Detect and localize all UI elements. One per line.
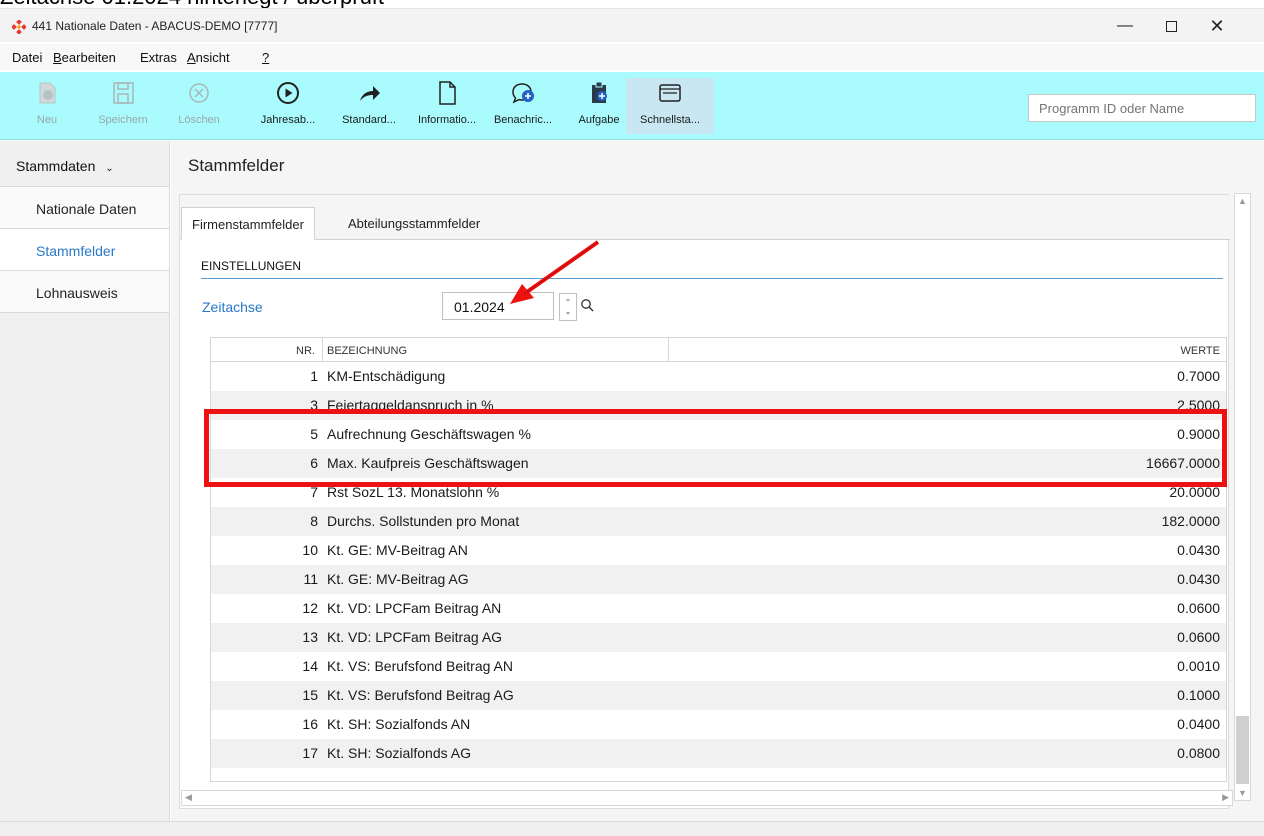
new-record-icon [39, 82, 56, 104]
menu-extras[interactable]: Extras [140, 50, 177, 65]
status-bar [0, 821, 1264, 836]
table-row[interactable]: 13 Kt. VD: LPCFam Beitrag AG 0.0600 [211, 623, 1226, 652]
window-icon [659, 84, 681, 102]
menu-bar: Datei Bearbeiten Extras Ansicht ? [0, 44, 1264, 70]
close-icon: ✕ [1209, 15, 1225, 36]
document-icon [439, 81, 456, 105]
abacus-logo-icon [12, 20, 26, 34]
table-row[interactable]: 1 KM-Entschädigung 0.7000 [211, 362, 1226, 391]
stammfelder-table: NR. BEZEICHNUNG WERTE 1 KM-Entschädigung 0… [210, 337, 1227, 782]
table-row[interactable]: 8 Durchs. Sollstunden pro Monat 182.0000 [211, 507, 1226, 536]
vertical-scrollbar[interactable]: ▲ ▼ [1234, 193, 1251, 801]
table-row[interactable]: 12 Kt. VD: LPCFam Beitrag AN 0.0600 [211, 594, 1226, 623]
close-button[interactable]: ✕ [1194, 9, 1240, 43]
information-button[interactable]: Informatio... [410, 78, 484, 134]
table-row[interactable]: 14 Kt. VS: Berufsfond Beitrag AN 0.0010 [211, 652, 1226, 681]
scroll-down-icon[interactable]: ▼ [1238, 788, 1247, 798]
aufgabe-button[interactable]: Aufgabe [572, 78, 626, 134]
sidebar-item-lohnausweis[interactable]: Lohnausweis [0, 271, 169, 313]
column-header-werte[interactable]: WERTE [1180, 345, 1220, 357]
sidebar-group-label: Stammdaten [16, 158, 96, 174]
delete-button[interactable]: Löschen [174, 78, 224, 134]
minimize-button[interactable]: — [1102, 9, 1148, 43]
new-button[interactable]: Neu [30, 78, 64, 134]
horizontal-scrollbar[interactable]: ◀ ▶ [181, 790, 1233, 806]
maximize-icon [1165, 20, 1177, 32]
table-row[interactable]: 7 Rst SozL 13. Monatslohn % 20.0000 [211, 478, 1226, 507]
section-heading: EINSTELLUNGEN [201, 259, 302, 273]
section-divider [201, 278, 1223, 279]
chevron-down-icon: ⌄ [564, 307, 572, 316]
tab-bar: Firmenstammfelder Abteilungsstammfelder [180, 195, 1230, 240]
program-search-input[interactable] [1028, 94, 1256, 122]
save-icon [113, 82, 134, 104]
sidebar-item-nationale-daten[interactable]: Nationale Daten [0, 187, 169, 229]
table-row[interactable]: 11 Kt. GE: MV-Beitrag AG 0.0430 [211, 565, 1226, 594]
table-row[interactable]: 10 Kt. GE: MV-Beitrag AN 0.0430 [211, 536, 1226, 565]
table-header: NR. BEZEICHNUNG WERTE [211, 338, 1226, 362]
table-row[interactable]: 16 Kt. SH: Sozialfonds AN 0.0400 [211, 710, 1226, 739]
column-header-bezeichnung[interactable]: BEZEICHNUNG [327, 345, 407, 357]
maximize-button[interactable] [1148, 9, 1194, 43]
menu-datei[interactable]: Datei [12, 50, 42, 65]
clipboard-icon [592, 81, 607, 103]
menu-ansicht[interactable]: Ansicht [187, 50, 230, 65]
chevron-down-icon: ⌄ [105, 163, 114, 174]
sidebar-group-stammdaten[interactable]: Stammdaten ⌄ [0, 141, 169, 187]
window-titlebar: 441 Nationale Daten - ABACUS-DEMO [7777]… [0, 8, 1264, 42]
toolbar: Neu Speichern Löschen Jahresab... Standa… [0, 72, 1264, 140]
save-button[interactable]: Speichern [92, 78, 154, 134]
zeitachse-label: Zeitachse [202, 299, 263, 315]
sidebar-item-stammfelder[interactable]: Stammfelder [0, 229, 169, 271]
table-row[interactable]: 15 Kt. VS: Berufsfond Beitrag AG 0.1000 [211, 681, 1226, 710]
chevron-up-icon: ⌃ [564, 298, 572, 307]
screenshot-caption: Zeitachse 01.2024 hinterlegt / überprüft [0, 0, 384, 8]
table-body: 1 KM-Entschädigung 0.7000 3 Feiertaggeldans… [211, 362, 1226, 768]
delete-icon [189, 83, 209, 103]
table-row[interactable]: 6 Max. Kaufpreis Geschäftswagen 16667.0000 [211, 449, 1226, 478]
tab-abteilungsstammfelder[interactable]: Abteilungsstammfelder [338, 207, 490, 240]
search-icon[interactable] [580, 298, 594, 312]
main-content: Stammfelder Firmenstammfelder Abteilungs… [171, 141, 1264, 821]
table-row[interactable]: 17 Kt. SH: Sozialfonds AG 0.0800 [211, 739, 1226, 768]
benachrichtigung-button[interactable]: Benachric... [486, 78, 560, 134]
menu-bearbeiten[interactable]: Bearbeiten [53, 50, 116, 65]
zeitachse-input[interactable]: 01.2024 [442, 292, 554, 320]
scroll-left-icon[interactable]: ◀ [185, 792, 192, 803]
sidebar: Stammdaten ⌄ Nationale Daten Stammfelder… [0, 141, 170, 821]
page-title: Stammfelder [188, 156, 285, 175]
content-panel: Firmenstammfelder Abteilungsstammfelder … [179, 194, 1230, 809]
play-circle-icon [277, 82, 299, 104]
scrollbar-thumb[interactable] [1236, 716, 1249, 784]
schnellstart-button[interactable]: Schnellsta... [626, 78, 714, 134]
column-divider[interactable] [668, 338, 669, 362]
chat-add-icon [512, 83, 534, 104]
standard-button[interactable]: Standard... [334, 78, 404, 134]
tab-firmenstammfelder[interactable]: Firmenstammfelder [181, 207, 315, 240]
jahresabschluss-button[interactable]: Jahresab... [256, 78, 320, 134]
scroll-up-icon[interactable]: ▲ [1238, 196, 1247, 206]
window-title: 441 Nationale Daten - ABACUS-DEMO [7777] [32, 19, 278, 33]
column-header-nr[interactable]: NR. [211, 345, 315, 357]
share-arrow-icon [360, 86, 380, 101]
zeitachse-stepper[interactable]: ⌃ ⌄ [559, 293, 577, 321]
table-row[interactable]: 3 Feiertaggeldanspruch in % 2.5000 [211, 391, 1226, 420]
table-row[interactable]: 5 Aufrechnung Geschäftswagen % 0.9000 [211, 420, 1226, 449]
scroll-right-icon[interactable]: ▶ [1222, 792, 1229, 803]
menu-help[interactable]: ? [262, 50, 269, 65]
column-divider[interactable] [322, 338, 323, 362]
minimize-icon: — [1117, 17, 1133, 34]
